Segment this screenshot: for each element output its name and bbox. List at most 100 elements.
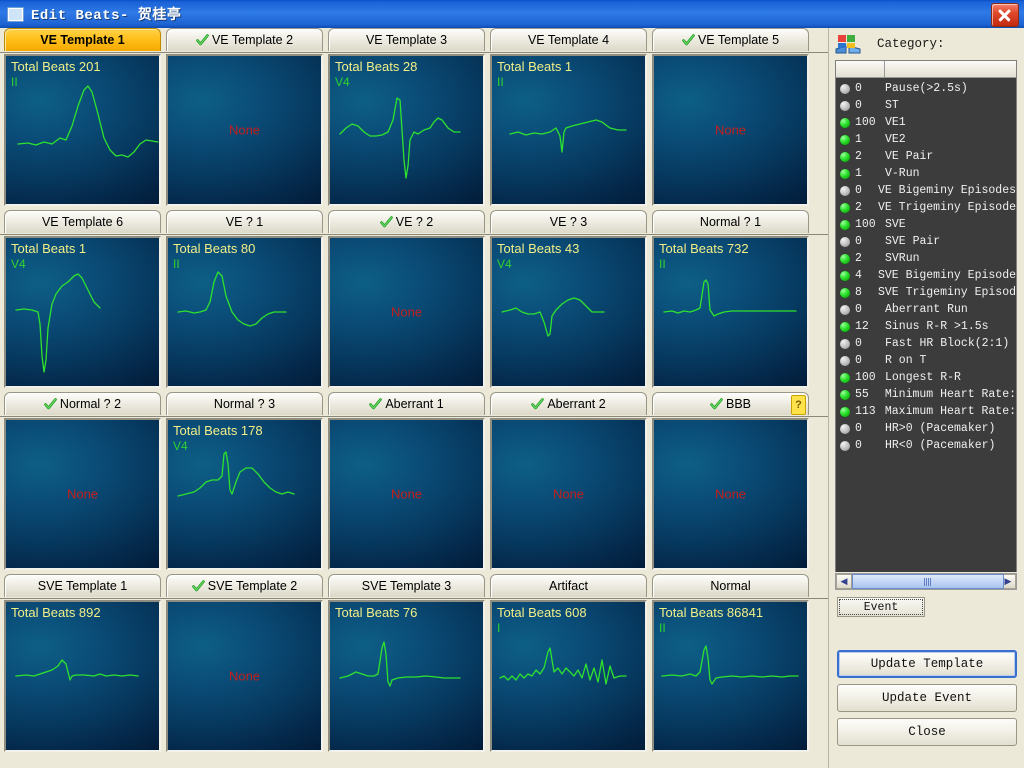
list-item-label: VE1 <box>885 116 906 129</box>
ecg-template-panel[interactable]: Total Beats 178V4 <box>166 418 323 570</box>
list-item[interactable]: 0VE Bigeminy Episodes <box>836 182 1016 199</box>
status-led-icon <box>840 254 850 264</box>
list-item-label: Maximum Heart Rate: <box>885 405 1016 418</box>
tab-aberrant-1[interactable]: Aberrant 1 <box>328 392 485 415</box>
list-item[interactable]: 55Minimum Heart Rate: <box>836 386 1016 403</box>
tab-ve-template-6[interactable]: VE Template 6 <box>4 210 161 233</box>
total-beats-label: Total Beats 1 <box>11 241 86 256</box>
ecg-template-panel[interactable]: Total Beats 43V4 <box>490 236 647 388</box>
button-update-template[interactable]: Update Template <box>837 650 1017 678</box>
category-label: Category: <box>877 37 945 51</box>
ecg-template-panel[interactable]: None <box>652 418 809 570</box>
list-item[interactable]: 0Fast HR Block(2:1) <box>836 335 1016 352</box>
ecg-template-panel[interactable]: None <box>4 418 161 570</box>
tab-normal-1[interactable]: Normal ? 1 <box>652 210 809 233</box>
tab-ve-template-4[interactable]: VE Template 4 <box>490 28 647 51</box>
lead-label: II <box>173 257 180 271</box>
ecg-template-panel[interactable]: None <box>652 54 809 206</box>
list-item[interactable]: 8SVE Trigeminy Episod <box>836 284 1016 301</box>
list-item[interactable]: 0R on T <box>836 352 1016 369</box>
list-item[interactable]: 0ST <box>836 97 1016 114</box>
list-item[interactable]: 113Maximum Heart Rate: <box>836 403 1016 420</box>
list-item[interactable]: 0HR>0 (Pacemaker) <box>836 420 1016 437</box>
tab-bbb[interactable]: BBB? <box>652 392 809 415</box>
tab-sve-template-1[interactable]: SVE Template 1 <box>4 574 161 597</box>
list-item[interactable]: 1VE2 <box>836 131 1016 148</box>
ecg-template-panel[interactable]: Total Beats 201II <box>4 54 161 206</box>
list-item[interactable]: 0SVE Pair <box>836 233 1016 250</box>
tab-normal[interactable]: Normal <box>652 574 809 597</box>
list-item-label: VE Pair <box>885 150 933 163</box>
list-header-name <box>885 61 1016 77</box>
tab-ve-1[interactable]: VE ? 1 <box>166 210 323 233</box>
list-item[interactable]: 2VE Trigeminy Episode <box>836 199 1016 216</box>
total-beats-label: Total Beats 80 <box>173 241 255 256</box>
list-item[interactable]: 0Pause(>2.5s) <box>836 80 1016 97</box>
tab-ve-template-3[interactable]: VE Template 3 <box>328 28 485 51</box>
ecg-template-panel[interactable]: None <box>328 418 485 570</box>
status-led-icon <box>840 135 850 145</box>
ecg-template-panel[interactable]: None <box>490 418 647 570</box>
tab-aberrant-2[interactable]: Aberrant 2 <box>490 392 647 415</box>
ecg-template-panel[interactable]: Total Beats 1II <box>490 54 647 206</box>
ecg-waveform <box>6 602 159 750</box>
ecg-template-panel[interactable]: None <box>166 54 323 206</box>
ecg-waveform <box>654 238 807 386</box>
tab-sve-template-3[interactable]: SVE Template 3 <box>328 574 485 597</box>
checkmark-icon <box>682 34 695 47</box>
ecg-template-panel[interactable]: Total Beats 732II <box>652 236 809 388</box>
tab-label: Normal ? 1 <box>700 215 761 229</box>
list-item[interactable]: 100VE1 <box>836 114 1016 131</box>
scroll-thumb[interactable] <box>852 574 1004 589</box>
button-update-event[interactable]: Update Event <box>837 684 1017 712</box>
list-item-count: 0 <box>855 99 885 112</box>
list-item[interactable]: 2VE Pair <box>836 148 1016 165</box>
list-item[interactable]: 4SVE Bigeminy Episode <box>836 267 1016 284</box>
tab-normal-2[interactable]: Normal ? 2 <box>4 392 161 415</box>
tab-normal-3[interactable]: Normal ? 3 <box>166 392 323 415</box>
ecg-template-panel[interactable]: Total Beats 80II <box>166 236 323 388</box>
tab-ve-2[interactable]: VE ? 2 <box>328 210 485 233</box>
list-item[interactable]: 1V-Run <box>836 165 1016 182</box>
list-item-count: 55 <box>855 388 885 401</box>
status-led-icon <box>840 186 850 196</box>
ecg-template-panel[interactable]: Total Beats 608I <box>490 600 647 752</box>
list-item[interactable]: 0HR<0 (Pacemaker) <box>836 437 1016 454</box>
close-icon[interactable] <box>991 3 1019 27</box>
list-item[interactable]: 100Longest R-R <box>836 369 1016 386</box>
ecg-template-panel[interactable]: Total Beats 76 <box>328 600 485 752</box>
list-item[interactable]: 100SVE <box>836 216 1016 233</box>
chevron-left-icon[interactable]: ◀ <box>836 574 852 589</box>
list-item[interactable]: 2SVRun <box>836 250 1016 267</box>
question-icon[interactable]: ? <box>791 395 806 415</box>
category-listbox[interactable]: 0Pause(>2.5s)0ST100VE11VE22VE Pair1V-Run… <box>835 60 1017 572</box>
ecg-template-panel[interactable]: None <box>328 236 485 388</box>
ecg-template-panel[interactable]: Total Beats 1V4 <box>4 236 161 388</box>
list-item[interactable]: 12Sinus R-R >1.5s <box>836 318 1016 335</box>
list-item-count: 8 <box>855 286 878 299</box>
sidebar-buttons: Update Template Update Event Close <box>837 650 1017 752</box>
horizontal-scrollbar[interactable]: ◀ ▶ <box>835 573 1017 590</box>
ecg-template-panel[interactable]: None <box>166 600 323 752</box>
tab-sve-template-2[interactable]: SVE Template 2 <box>166 574 323 597</box>
tab-ve-template-2[interactable]: VE Template 2 <box>166 28 323 51</box>
template-row: Normal ? 2 Normal ? 3 Aberrant 1Aberrant 2… <box>0 392 828 574</box>
tab-label: Normal ? 3 <box>214 397 275 411</box>
ecg-waveform <box>654 602 807 750</box>
list-item[interactable]: 0Aberrant Run <box>836 301 1016 318</box>
status-led-icon <box>840 84 850 94</box>
tab-ve-3[interactable]: VE ? 3 <box>490 210 647 233</box>
ecg-template-panel[interactable]: Total Beats 86841II <box>652 600 809 752</box>
tab-label: VE Template 3 <box>366 33 447 47</box>
window-title: Edit Beats- 贺桂亭 <box>31 4 181 24</box>
tab-ve-template-1[interactable]: VE Template 1 <box>4 28 161 51</box>
list-item-label: Minimum Heart Rate: <box>885 388 1016 401</box>
button-close[interactable]: Close <box>837 718 1017 746</box>
tab-event[interactable]: Event <box>837 597 925 617</box>
status-led-icon <box>840 237 850 247</box>
tab-ve-template-5[interactable]: VE Template 5 <box>652 28 809 51</box>
tab-artifact[interactable]: Artifact <box>490 574 647 597</box>
scroll-track[interactable] <box>852 574 1000 589</box>
ecg-template-panel[interactable]: Total Beats 28V4 <box>328 54 485 206</box>
ecg-template-panel[interactable]: Total Beats 892 <box>4 600 161 752</box>
